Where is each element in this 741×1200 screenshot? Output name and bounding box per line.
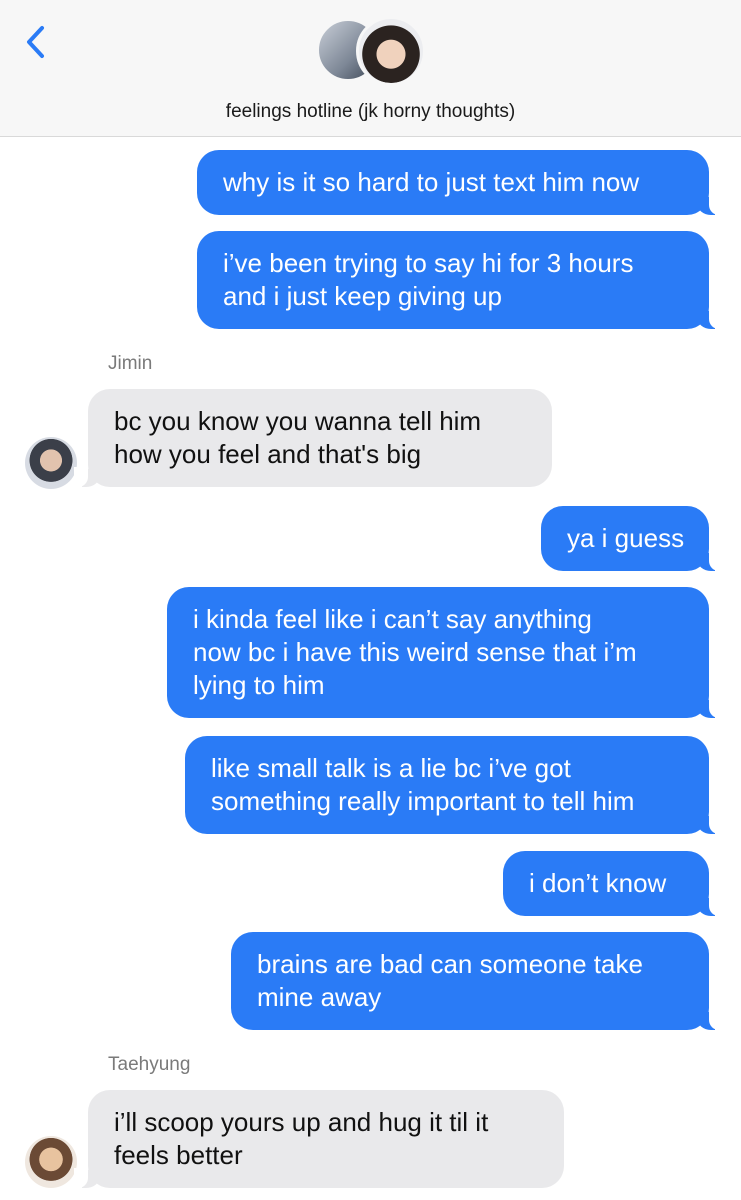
message-line: i kinda feel like i can’t say anything bbox=[193, 604, 592, 634]
message-line: why is it so hard to just text him now bbox=[223, 167, 640, 197]
message-line: i don’t know bbox=[529, 868, 667, 898]
sender-name: Jimin bbox=[108, 353, 153, 374]
message-bubble-outgoing[interactable]: like small talk is a lie bc i’ve got som… bbox=[185, 736, 723, 834]
message-bubble-outgoing[interactable]: why is it so hard to just text him now bbox=[197, 150, 723, 215]
message-line: now bc i have this weird sense that i’m bbox=[193, 637, 637, 667]
group-member-avatar bbox=[356, 16, 426, 86]
message-line: i’ll scoop yours up and hug it til it bbox=[114, 1107, 489, 1137]
message-line: i’ve been trying to say hi for 3 hours bbox=[223, 248, 634, 278]
message-bubble-incoming[interactable]: bc you know you wanna tell him how you f… bbox=[74, 389, 552, 487]
message-bubble-outgoing[interactable]: brains are bad can someone take mine awa… bbox=[231, 932, 723, 1030]
message-line: ya i guess bbox=[567, 523, 685, 553]
message-bubble-incoming[interactable]: i’ll scoop yours up and hug it til it fe… bbox=[74, 1090, 564, 1188]
message-line: mine away bbox=[257, 982, 382, 1012]
sender-avatar[interactable] bbox=[25, 1136, 77, 1188]
message-line: like small talk is a lie bc i’ve got bbox=[211, 753, 571, 783]
message-bubble-outgoing[interactable]: ya i guess bbox=[541, 506, 723, 571]
message-line: lying to him bbox=[193, 670, 325, 700]
conversation-title[interactable]: feelings hotline (jk horny thoughts) bbox=[0, 101, 741, 123]
message-line: feels better bbox=[114, 1140, 243, 1170]
message-line: brains are bad can someone take bbox=[257, 949, 643, 979]
group-avatar[interactable] bbox=[316, 16, 426, 86]
message-bubble-outgoing[interactable]: i kinda feel like i can’t say anything n… bbox=[167, 587, 723, 718]
message-bubble-outgoing[interactable]: i don’t know bbox=[503, 851, 723, 916]
sender-avatar[interactable] bbox=[25, 437, 77, 489]
message-line: something really important to tell him bbox=[211, 786, 635, 816]
message-line: and i just keep giving up bbox=[223, 281, 502, 311]
sender-name: Taehyung bbox=[108, 1054, 191, 1075]
chevron-left-icon bbox=[27, 26, 44, 58]
back-button[interactable] bbox=[22, 22, 52, 62]
message-line: bc you know you wanna tell him bbox=[114, 406, 482, 436]
message-line: how you feel and that's big bbox=[114, 439, 422, 469]
conversation-header: feelings hotline (jk horny thoughts) bbox=[0, 0, 741, 137]
message-bubble-outgoing[interactable]: i’ve been trying to say hi for 3 hours a… bbox=[197, 231, 723, 329]
